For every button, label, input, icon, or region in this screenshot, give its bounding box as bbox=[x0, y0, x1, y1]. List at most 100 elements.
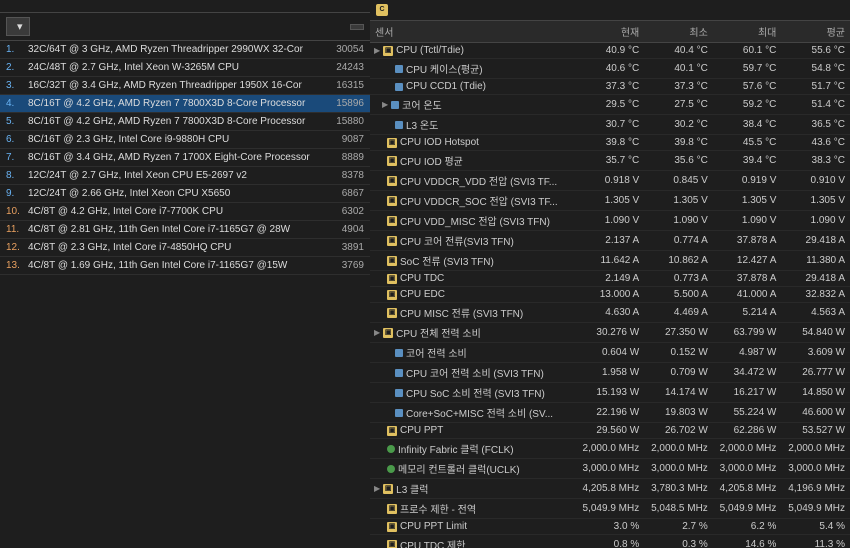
details-button[interactable] bbox=[350, 24, 364, 30]
val-col-1: 22.196 W bbox=[576, 403, 645, 423]
sub-icon bbox=[395, 121, 403, 129]
rank-label: 4C/8T @ 4.2 GHz, Intel Core i7-7700K CPU bbox=[28, 206, 315, 217]
row-name: ▣CPU PPT Limit bbox=[374, 521, 571, 532]
val-col-3: 16.217 W bbox=[713, 383, 782, 403]
val-col-4: 0.910 V bbox=[781, 171, 850, 191]
table-row: ▣CPU IOD Hotspot39.8 °C39.8 °C45.5 °C43.… bbox=[370, 135, 850, 151]
rank-score: 8378 bbox=[319, 170, 364, 181]
val-col-3: 0.919 V bbox=[713, 171, 782, 191]
row-name: ▶▣CPU (Tctl/Tdie) bbox=[374, 45, 571, 56]
table-header-row: 센서 현재 최소 최대 평균 bbox=[370, 21, 850, 43]
val-col-3: 4,205.8 MHz bbox=[713, 479, 782, 499]
table-row: Core+SoC+MISC 전력 소비 (SV...22.196 W19.803… bbox=[370, 403, 850, 423]
row-name-cell: ▣CPU MISC 전류 (SVI3 TFN) bbox=[370, 303, 576, 323]
row-name-cell: ▣CPU VDDCR_SOC 전압 (SVI3 TF... bbox=[370, 191, 576, 211]
val-col-2: 5.500 A bbox=[644, 287, 713, 303]
list-item[interactable]: 1. 32C/64T @ 3 GHz, AMD Ryzen Threadripp… bbox=[0, 41, 370, 59]
expand-arrow[interactable]: ▶ bbox=[374, 328, 380, 337]
rank-number: 6. bbox=[6, 134, 24, 145]
list-item[interactable]: 9. 12C/24T @ 2.66 GHz, Intel Xeon CPU X5… bbox=[0, 185, 370, 203]
val-col-4: 55.6 °C bbox=[781, 43, 850, 59]
cpu-icon: ▣ bbox=[387, 138, 397, 148]
sensor-name: CPU VDDCR_VDD 전압 (SVI3 TF... bbox=[400, 173, 557, 188]
list-item[interactable]: 11. 4C/8T @ 2.81 GHz, 11th Gen Intel Cor… bbox=[0, 221, 370, 239]
val-col-2: 35.6 °C bbox=[644, 151, 713, 171]
val-col-2: 0.845 V bbox=[644, 171, 713, 191]
val-col-2: 26.702 W bbox=[644, 423, 713, 439]
val-col-4: 5.4 % bbox=[781, 519, 850, 535]
val-col-1: 37.3 °C bbox=[576, 79, 645, 95]
row-name: Core+SoC+MISC 전력 소비 (SV... bbox=[382, 405, 571, 420]
val-col-3: 2,000.0 MHz bbox=[713, 439, 782, 459]
val-col-2: 0.773 A bbox=[644, 271, 713, 287]
list-item[interactable]: 8. 12C/24T @ 2.7 GHz, Intel Xeon CPU E5-… bbox=[0, 167, 370, 185]
val-col-2: 3,000.0 MHz bbox=[644, 459, 713, 479]
val-col-2: 10.862 A bbox=[644, 251, 713, 271]
sensor-name: CPU 코어 전류(SVI3 TFN) bbox=[400, 233, 514, 248]
table-row: ▣SoC 전류 (SVI3 TFN)11.642 A10.862 A12.427… bbox=[370, 251, 850, 271]
list-item[interactable]: 7. 8C/16T @ 3.4 GHz, AMD Ryzen 7 1700X E… bbox=[0, 149, 370, 167]
row-name: ▣CPU TDC bbox=[374, 273, 571, 284]
cpu-data-table: 센서 현재 최소 최대 평균 ▶▣CPU (Tctl/Tdie)40.9 °C4… bbox=[370, 21, 850, 548]
expand-arrow[interactable]: ▶ bbox=[382, 100, 388, 109]
val-col-1: 11.642 A bbox=[576, 251, 645, 271]
rank-label: 8C/16T @ 4.2 GHz, AMD Ryzen 7 7800X3D 8-… bbox=[28, 116, 315, 127]
val-col-1: 4,205.8 MHz bbox=[576, 479, 645, 499]
val-col-2: 40.1 °C bbox=[644, 59, 713, 79]
val-col-3: 34.472 W bbox=[713, 363, 782, 383]
table-row: Infinity Fabric 클럭 (FCLK)2,000.0 MHz2,00… bbox=[370, 439, 850, 459]
val-col-2: 40.4 °C bbox=[644, 43, 713, 59]
col-val4: 평균 bbox=[781, 21, 850, 43]
val-col-2: 30.2 °C bbox=[644, 115, 713, 135]
row-name: ▶▣CPU 전체 전력 소비 bbox=[374, 325, 571, 340]
table-row: ▣CPU TDC 제한0.8 %0.3 %14.6 %11.3 % bbox=[370, 535, 850, 548]
cpu-icon: ▣ bbox=[387, 540, 397, 548]
row-name: ▶▣L3 클럭 bbox=[374, 481, 571, 496]
sensor-name: SoC 전류 (SVI3 TFN) bbox=[400, 253, 494, 268]
expand-arrow[interactable]: ▶ bbox=[374, 484, 380, 493]
list-item[interactable]: 12. 4C/8T @ 2.3 GHz, Intel Core i7-4850H… bbox=[0, 239, 370, 257]
expand-arrow[interactable]: ▶ bbox=[374, 46, 380, 55]
cpu-icon: ▣ bbox=[387, 504, 397, 514]
val-col-4: 29.418 A bbox=[781, 231, 850, 251]
left-panel: ▾ 1. 32C/64T @ 3 GHz, AMD Ryzen Threadri… bbox=[0, 0, 370, 548]
table-row: ▣CPU VDDCR_SOC 전압 (SVI3 TF... 1.305 V1.30… bbox=[370, 191, 850, 211]
dot-icon bbox=[387, 465, 395, 473]
val-col-1: 35.7 °C bbox=[576, 151, 645, 171]
list-item[interactable]: 6. 8C/16T @ 2.3 GHz, Intel Core i9-9880H… bbox=[0, 131, 370, 149]
cpu-icon: ▣ bbox=[383, 328, 393, 338]
val-col-4: 29.418 A bbox=[781, 271, 850, 287]
val-col-1: 1.958 W bbox=[576, 363, 645, 383]
row-name-cell: ▣CPU VDD_MISC 전압 (SVI3 TFN) bbox=[370, 211, 576, 231]
list-item[interactable]: 5. 8C/16T @ 4.2 GHz, AMD Ryzen 7 7800X3D… bbox=[0, 113, 370, 131]
cpu-mode-dropdown[interactable]: ▾ bbox=[6, 17, 30, 36]
val-col-2: 3,780.3 MHz bbox=[644, 479, 713, 499]
sensor-name: CPU (Tctl/Tdie) bbox=[396, 45, 464, 56]
sensor-name: CPU 케이스(평균) bbox=[406, 61, 483, 76]
val-col-3: 62.286 W bbox=[713, 423, 782, 439]
val-col-1: 40.6 °C bbox=[576, 59, 645, 79]
table-row: CPU 케이스(평균)40.6 °C40.1 °C59.7 °C54.8 °C bbox=[370, 59, 850, 79]
val-col-3: 63.799 W bbox=[713, 323, 782, 343]
list-item[interactable]: 3. 16C/32T @ 3.4 GHz, AMD Ryzen Threadri… bbox=[0, 77, 370, 95]
val-col-2: 1.305 V bbox=[644, 191, 713, 211]
rank-score: 8889 bbox=[319, 152, 364, 163]
row-name: 코어 전력 소비 bbox=[382, 345, 571, 360]
rank-score: 9087 bbox=[319, 134, 364, 145]
list-item[interactable]: 2. 24C/48T @ 2.7 GHz, Intel Xeon W-3265M… bbox=[0, 59, 370, 77]
val-col-1: 3.0 % bbox=[576, 519, 645, 535]
val-col-4: 54.8 °C bbox=[781, 59, 850, 79]
val-col-3: 1.305 V bbox=[713, 191, 782, 211]
list-item[interactable]: 13. 4C/8T @ 1.69 GHz, 11th Gen Intel Cor… bbox=[0, 257, 370, 275]
rank-label: 24C/48T @ 2.7 GHz, Intel Xeon W-3265M CP… bbox=[28, 62, 315, 73]
right-panel: C 센서 현재 최소 최대 평균 ▶▣CPU (Tctl/Tdie)40.9 °… bbox=[370, 0, 850, 548]
val-col-1: 0.8 % bbox=[576, 535, 645, 548]
list-item[interactable]: 4. 8C/16T @ 4.2 GHz, AMD Ryzen 7 7800X3D… bbox=[0, 95, 370, 113]
val-col-2: 2,000.0 MHz bbox=[644, 439, 713, 459]
list-item[interactable]: 10. 4C/8T @ 4.2 GHz, Intel Core i7-7700K… bbox=[0, 203, 370, 221]
val-col-2: 14.174 W bbox=[644, 383, 713, 403]
row-name: ▣프로수 제한 - 전역 bbox=[374, 501, 571, 516]
rank-label: 12C/24T @ 2.7 GHz, Intel Xeon CPU E5-269… bbox=[28, 170, 315, 181]
row-name-cell: ▶코어 온도 bbox=[370, 95, 576, 115]
col-val3: 최대 bbox=[713, 21, 782, 43]
